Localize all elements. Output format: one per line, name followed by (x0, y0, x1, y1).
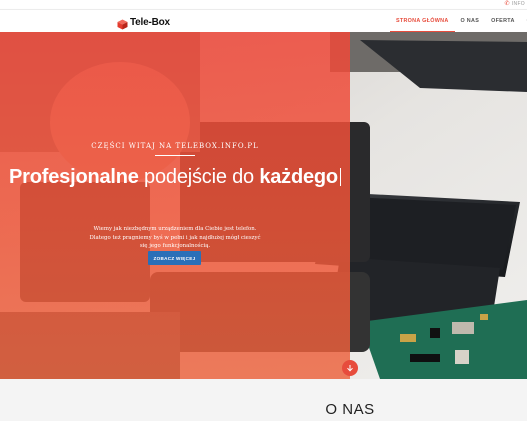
scroll-down-button[interactable] (342, 360, 358, 376)
info-text: INFO (511, 1, 525, 7)
nav-item-offer[interactable]: OFERTA (485, 10, 521, 33)
navbar: Tele-Box STRONA GŁÓWNA O NAS OFERTA OF (0, 9, 527, 33)
headline-bold-1: Profesjonalne (9, 166, 139, 188)
about-section: O NAS (0, 379, 527, 421)
cube-logo-icon (117, 17, 128, 29)
hero-description: Wiemy jak niezbędnym urządzeniem dla Cie… (89, 226, 261, 249)
see-more-button[interactable]: ZOBACZ WIĘCEJ (148, 251, 201, 265)
headline-light: podejście do (138, 166, 260, 188)
about-title: O NAS (325, 401, 375, 418)
hero-section: CZĘŚCI WITAJ NA TELEBOX.INFO.PL Profesjo… (0, 32, 527, 379)
nav-item-more[interactable]: OF (521, 10, 527, 33)
page: ✆ INFO Tele-Box STRONA GŁÓWNA O NAS OFER… (0, 0, 527, 421)
phone-icon: ✆ (504, 1, 510, 7)
logo[interactable]: Tele-Box (117, 15, 170, 29)
logo-text: Tele-Box (130, 16, 170, 28)
contact-info[interactable]: ✆ INFO (505, 0, 525, 9)
headline-bold-2: każdego (259, 166, 338, 188)
nav-item-home[interactable]: STRONA GŁÓWNA (390, 10, 455, 33)
typing-cursor (339, 168, 341, 186)
hero-content: CZĘŚCI WITAJ NA TELEBOX.INFO.PL Profesjo… (0, 32, 350, 379)
nav-item-about[interactable]: O NAS (455, 10, 486, 33)
arrow-down-icon (346, 359, 354, 377)
kicker-divider (155, 155, 195, 156)
top-info-bar: ✆ INFO (0, 0, 527, 9)
hero-headline: Profesjonalne podejście do każdego (0, 166, 350, 189)
hero-kicker: CZĘŚCI WITAJ NA TELEBOX.INFO.PL (91, 142, 259, 150)
main-nav: STRONA GŁÓWNA O NAS OFERTA OF (390, 10, 527, 33)
